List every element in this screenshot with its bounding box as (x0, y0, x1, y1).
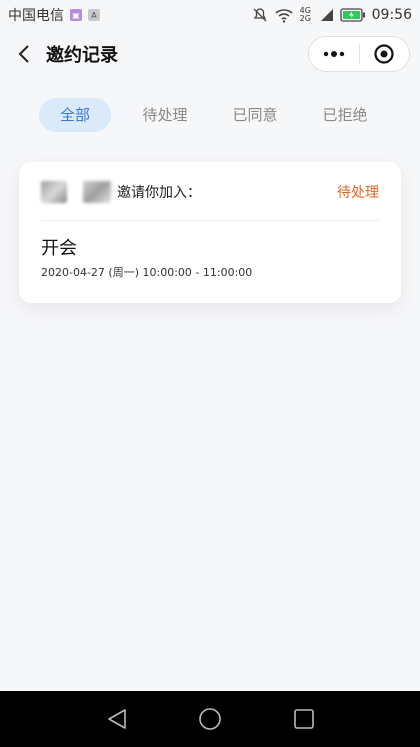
nav-recent-button[interactable] (292, 707, 316, 731)
card-divider (41, 220, 379, 221)
back-chevron-icon (18, 45, 29, 63)
triangle-back-icon (108, 709, 126, 729)
event-time: 2020-04-27 (周一) 10:00:00 - 11:00:00 (41, 266, 253, 279)
app-notification-icon: A (88, 9, 100, 21)
nav-home-button[interactable] (198, 707, 222, 731)
network-type: 4G 2G (299, 6, 311, 23)
more-dots-icon (323, 51, 344, 57)
back-button[interactable] (2, 32, 46, 76)
tab-pending[interactable]: 待处理 (128, 98, 202, 132)
square-recent-icon (294, 709, 314, 729)
card-header: 邀请你加入： 待处理 (41, 180, 379, 204)
page-title: 邀约记录 (46, 45, 118, 66)
filter-tabs: 全部 待处理 已同意 已拒绝 (0, 98, 420, 136)
invite-text: 邀请你加入： (117, 185, 201, 201)
target-close-icon (374, 44, 394, 64)
close-button[interactable] (360, 37, 410, 71)
event-name: 开会 (41, 238, 77, 259)
notification-icon: ▣ (70, 9, 82, 21)
invitation-card[interactable]: 邀请你加入： 待处理 开会 2020-04-27 (周一) 10:00:00 -… (19, 162, 401, 303)
mini-program-capsule (308, 36, 410, 72)
more-button[interactable] (309, 37, 359, 71)
inviter-avatar (41, 181, 67, 203)
carrier-label: 中国电信 (8, 8, 64, 24)
clock: 09:56 (371, 7, 412, 23)
status-left: 中国电信 ▣ A (0, 5, 100, 25)
inviter-name (83, 181, 111, 203)
status-bar: 中国电信 ▣ A 4G 2G 09:56 (0, 0, 420, 30)
nav-back-button[interactable] (105, 707, 129, 731)
tab-accepted[interactable]: 已同意 (218, 98, 292, 132)
battery-icon (339, 8, 366, 22)
status-badge: 待处理 (337, 185, 379, 201)
wifi-icon (274, 7, 294, 23)
status-right: 4G 2G 09:56 (252, 7, 420, 23)
tab-all[interactable]: 全部 (39, 98, 111, 132)
system-nav-bar (0, 691, 420, 747)
circle-home-icon (199, 708, 221, 730)
signal-icon (320, 8, 334, 22)
mute-icon (252, 7, 268, 23)
title-bar: 邀约记录 (0, 30, 420, 78)
tab-rejected[interactable]: 已拒绝 (308, 98, 382, 132)
